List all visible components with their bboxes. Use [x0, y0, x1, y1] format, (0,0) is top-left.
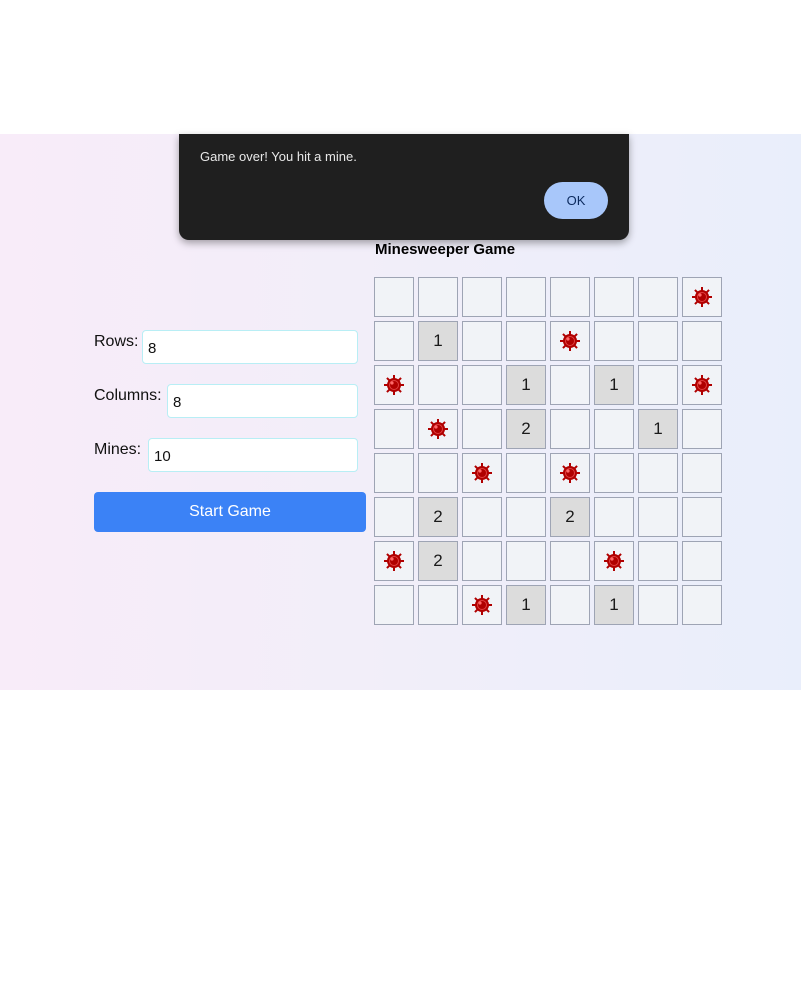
minesweeper-board: 1 1 1 2 1 2 2 2 1 1: [374, 277, 722, 625]
mine-icon: [472, 463, 492, 483]
board-cell[interactable]: [462, 277, 502, 317]
board-cell[interactable]: [418, 453, 458, 493]
start-game-button[interactable]: Start Game: [94, 492, 366, 532]
board-cell[interactable]: [374, 409, 414, 449]
cell-number: 2: [433, 507, 443, 526]
mine-icon: [384, 551, 404, 571]
board-cell[interactable]: [506, 321, 546, 361]
board-cell[interactable]: [462, 541, 502, 581]
board-cell[interactable]: [462, 365, 502, 405]
game-title: Minesweeper Game: [375, 241, 516, 258]
board-cell[interactable]: [550, 453, 590, 493]
board-cell[interactable]: [550, 277, 590, 317]
board-cell[interactable]: [682, 277, 722, 317]
cell-number: 1: [433, 331, 443, 350]
mine-icon: [472, 595, 492, 615]
alert-ok-button[interactable]: OK: [544, 182, 608, 219]
mine-icon: [384, 375, 404, 395]
mine-icon: [692, 375, 712, 395]
mine-icon: [428, 419, 448, 439]
board-cell[interactable]: [462, 321, 502, 361]
board-cell[interactable]: 1: [418, 321, 458, 361]
mine-icon: [692, 287, 712, 307]
alert-message: Game over! You hit a mine.: [200, 149, 357, 164]
board-cell[interactable]: [418, 365, 458, 405]
board-cell[interactable]: [462, 409, 502, 449]
board-cell[interactable]: [682, 497, 722, 537]
board-cell[interactable]: [594, 497, 634, 537]
cell-number: 1: [609, 375, 619, 394]
board-cell[interactable]: [682, 585, 722, 625]
board-cell[interactable]: 1: [594, 365, 634, 405]
cell-number: 1: [521, 595, 531, 614]
board-cell[interactable]: [638, 277, 678, 317]
board-cell[interactable]: [418, 585, 458, 625]
mines-input[interactable]: [148, 438, 358, 472]
board-cell[interactable]: [418, 277, 458, 317]
cell-number: 2: [521, 419, 531, 438]
board-cell[interactable]: [550, 585, 590, 625]
alert-dialog: Game over! You hit a mine. OK: [179, 134, 629, 240]
mine-icon: [560, 463, 580, 483]
board-cell[interactable]: [506, 453, 546, 493]
board-cell[interactable]: [550, 321, 590, 361]
board-cell[interactable]: [638, 365, 678, 405]
board-cell[interactable]: [506, 541, 546, 581]
board-cell[interactable]: [374, 453, 414, 493]
board-cell[interactable]: [638, 453, 678, 493]
board-cell[interactable]: [638, 585, 678, 625]
board-cell[interactable]: [682, 321, 722, 361]
board-cell[interactable]: 1: [506, 365, 546, 405]
mine-icon: [604, 551, 624, 571]
board-cell[interactable]: [550, 541, 590, 581]
mines-label: Mines:: [94, 441, 142, 458]
board-cell[interactable]: [462, 585, 502, 625]
board-cell[interactable]: [682, 365, 722, 405]
board-cell[interactable]: 1: [594, 585, 634, 625]
board-cell[interactable]: [594, 277, 634, 317]
board-cell[interactable]: 2: [418, 541, 458, 581]
mine-icon: [560, 331, 580, 351]
board-cell[interactable]: [550, 409, 590, 449]
board-cell[interactable]: [374, 585, 414, 625]
cell-number: 1: [609, 595, 619, 614]
board-cell[interactable]: [682, 541, 722, 581]
board-cell[interactable]: 1: [638, 409, 678, 449]
rows-input[interactable]: [142, 330, 358, 364]
rows-label: Rows:: [94, 333, 139, 350]
board-cell[interactable]: 2: [418, 497, 458, 537]
board-cell[interactable]: [638, 321, 678, 361]
board-cell[interactable]: 2: [506, 409, 546, 449]
board-cell[interactable]: [682, 409, 722, 449]
board-cell[interactable]: [638, 497, 678, 537]
board-cell[interactable]: [418, 409, 458, 449]
board-cell[interactable]: [374, 541, 414, 581]
board-cell[interactable]: [462, 497, 502, 537]
board-cell[interactable]: [594, 453, 634, 493]
board-cell[interactable]: 2: [550, 497, 590, 537]
board-cell[interactable]: [374, 365, 414, 405]
cell-number: 2: [565, 507, 575, 526]
board-cell[interactable]: [506, 497, 546, 537]
board-cell[interactable]: [506, 277, 546, 317]
columns-input[interactable]: [167, 384, 358, 418]
cell-number: 1: [653, 419, 663, 438]
board-cell[interactable]: [594, 409, 634, 449]
board-cell[interactable]: 1: [506, 585, 546, 625]
board-cell[interactable]: [374, 497, 414, 537]
board-cell[interactable]: [682, 453, 722, 493]
board-cell[interactable]: [550, 365, 590, 405]
cell-number: 1: [521, 375, 531, 394]
board-cell[interactable]: [638, 541, 678, 581]
cell-number: 2: [433, 551, 443, 570]
board-cell[interactable]: [462, 453, 502, 493]
board-cell[interactable]: [374, 277, 414, 317]
board-cell[interactable]: [594, 321, 634, 361]
board-cell[interactable]: [374, 321, 414, 361]
board-cell[interactable]: [594, 541, 634, 581]
columns-label: Columns:: [94, 387, 162, 404]
